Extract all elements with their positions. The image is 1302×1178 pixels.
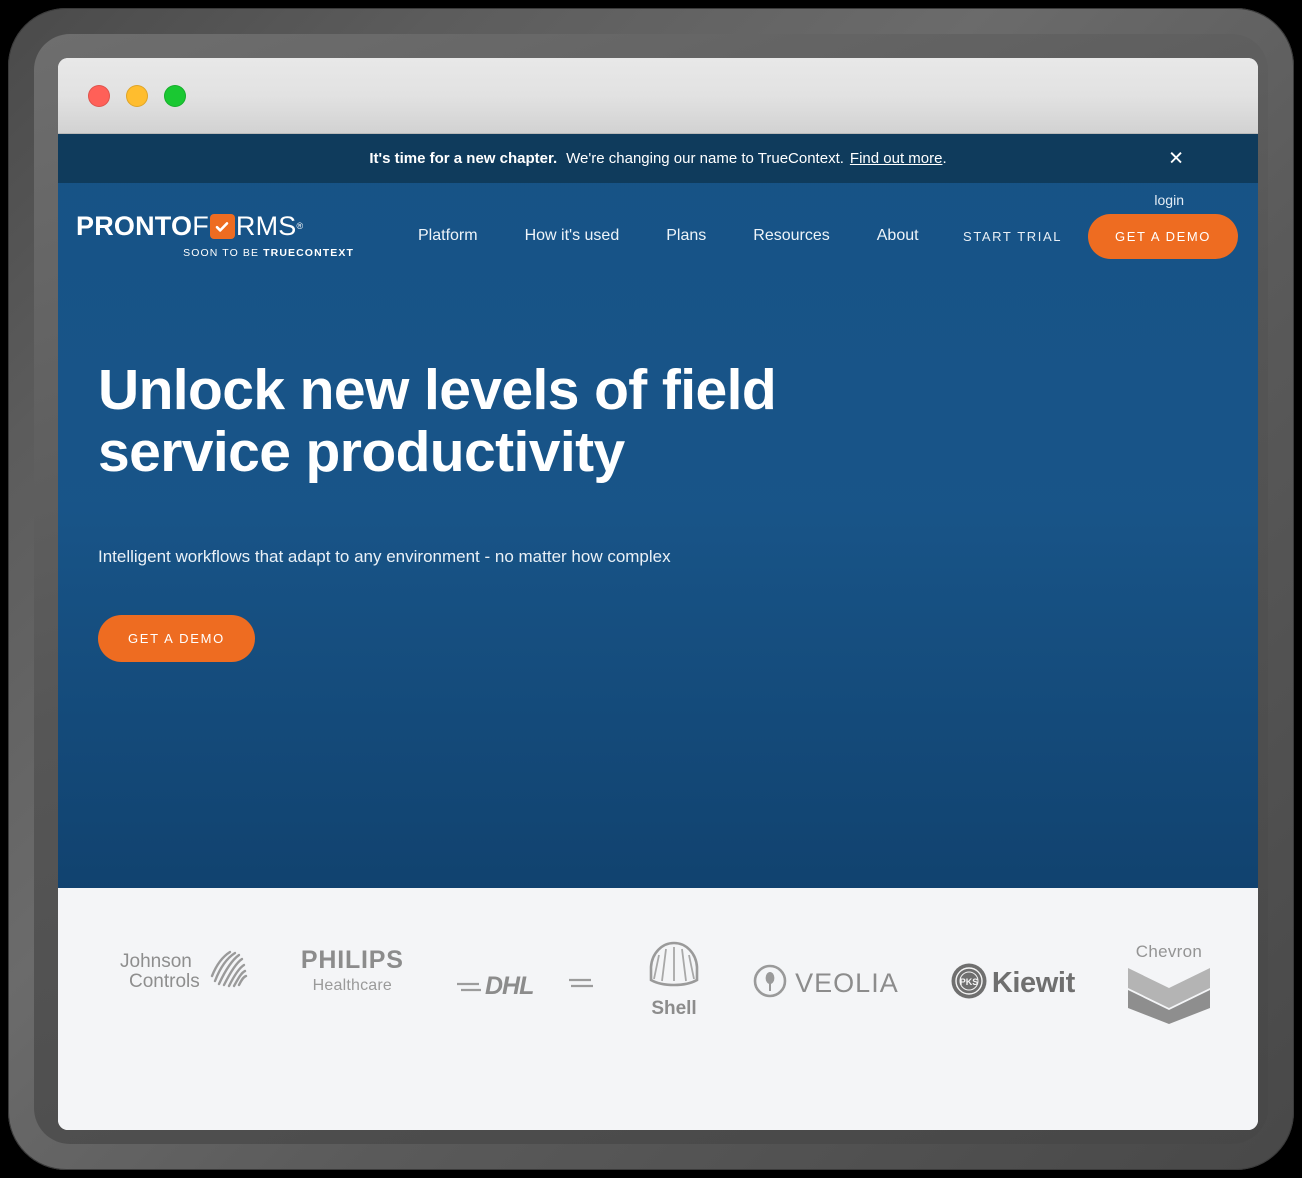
veolia-leaf-icon xyxy=(753,964,787,1003)
get-a-demo-hero-button[interactable]: GET A DEMO xyxy=(98,615,255,662)
logo-tagline-prefix: SOON TO BE xyxy=(183,247,263,259)
hero-headline: Unlock new levels of field service produ… xyxy=(98,360,798,483)
window-minimize-button[interactable] xyxy=(126,85,148,107)
dhl-speedlines-icon: DHL xyxy=(455,968,595,1007)
login-link[interactable]: login xyxy=(1154,192,1184,208)
browser-titlebar xyxy=(58,58,1258,134)
client-logo-johnson-controls: Johnson Controls xyxy=(120,946,250,997)
client-logo-veolia: VEOLIA xyxy=(753,964,899,1003)
get-a-demo-header-button[interactable]: GET A DEMO xyxy=(1088,214,1238,259)
announcement-strong-text: It's time for a new chapter. xyxy=(369,150,557,167)
shell-wordmark: Shell xyxy=(651,998,696,1020)
hero-text-block: Unlock new levels of field service produ… xyxy=(58,288,1258,662)
nav-item-platform[interactable]: Platform xyxy=(418,227,478,245)
client-logo-philips-healthcare: PHILIPS Healthcare xyxy=(301,946,404,995)
announcement-period: . xyxy=(942,150,946,167)
start-trial-button[interactable]: START TRIAL xyxy=(963,229,1062,244)
svg-text:PKS: PKS xyxy=(960,977,979,987)
hero-subheadline: Intelligent workflows that adapt to any … xyxy=(98,547,1258,567)
announcement-banner: It's time for a new chapter. We're chang… xyxy=(58,134,1258,183)
chevron-wordmark: Chevron xyxy=(1136,942,1202,962)
johnson-controls-line1: Johnson xyxy=(120,952,200,972)
johnson-controls-globe-icon xyxy=(204,946,250,997)
chevron-hallmark-icon xyxy=(1126,966,1212,1031)
logo-tagline: SOON TO BE TRUECONTEXT xyxy=(76,247,356,259)
window-maximize-button[interactable] xyxy=(164,85,186,107)
browser-window: It's time for a new chapter. We're chang… xyxy=(58,58,1258,1130)
window-close-button[interactable] xyxy=(88,85,110,107)
veolia-wordmark: VEOLIA xyxy=(795,968,899,999)
johnson-controls-wordmark: Johnson Controls xyxy=(120,952,200,992)
header-actions: START TRIAL GET A DEMO xyxy=(963,214,1238,259)
checkmark-icon xyxy=(210,214,235,239)
logo-text-f: F xyxy=(192,213,209,240)
logo-text-rms: RMS xyxy=(236,213,297,240)
nav-item-how-its-used[interactable]: How it's used xyxy=(525,227,620,245)
philips-healthcare-sub: Healthcare xyxy=(313,977,392,995)
device-frame: It's time for a new chapter. We're chang… xyxy=(8,8,1294,1170)
logo-text-pronto: PRONTO xyxy=(76,213,192,240)
kiewit-pks-seal-icon: PKS xyxy=(950,962,988,1005)
kiewit-wordmark: Kiewit xyxy=(992,967,1075,1000)
hero-section: login PRONTOF RMS® SOON TO BE TRUECONTEXT xyxy=(58,183,1258,888)
client-logo-dhl: DHL xyxy=(455,968,595,1007)
shell-pecten-icon xyxy=(646,940,702,997)
logo-wordmark: PRONTOF RMS® xyxy=(76,213,356,240)
find-out-more-link[interactable]: Find out more xyxy=(850,150,943,167)
client-logo-chevron: Chevron xyxy=(1126,942,1212,1031)
banner-close-icon[interactable]: ✕ xyxy=(1168,149,1184,168)
client-logo-strip: Johnson Controls xyxy=(58,888,1258,1130)
nav-item-resources[interactable]: Resources xyxy=(753,227,829,245)
client-logo-shell: Shell xyxy=(646,940,702,1020)
svg-text:DHL: DHL xyxy=(485,972,533,1000)
client-logo-kiewit: PKS Kiewit xyxy=(950,962,1075,1005)
announcement-body-text: We're changing our name to TrueContext. xyxy=(566,150,844,167)
nav-item-plans[interactable]: Plans xyxy=(666,227,706,245)
logo-tagline-brand: TRUECONTEXT xyxy=(263,247,354,259)
logo-trademark: ® xyxy=(297,222,304,231)
nav-item-about[interactable]: About xyxy=(877,227,919,245)
prontoforms-logo[interactable]: PRONTOF RMS® SOON TO BE TRUECONTEXT xyxy=(76,213,356,259)
philips-wordmark: PHILIPS xyxy=(301,946,404,975)
site-header: login PRONTOF RMS® SOON TO BE TRUECONTEXT xyxy=(58,183,1258,288)
johnson-controls-line2: Controls xyxy=(120,972,200,992)
main-navigation: Platform How it's used Plans Resources A… xyxy=(418,227,919,245)
